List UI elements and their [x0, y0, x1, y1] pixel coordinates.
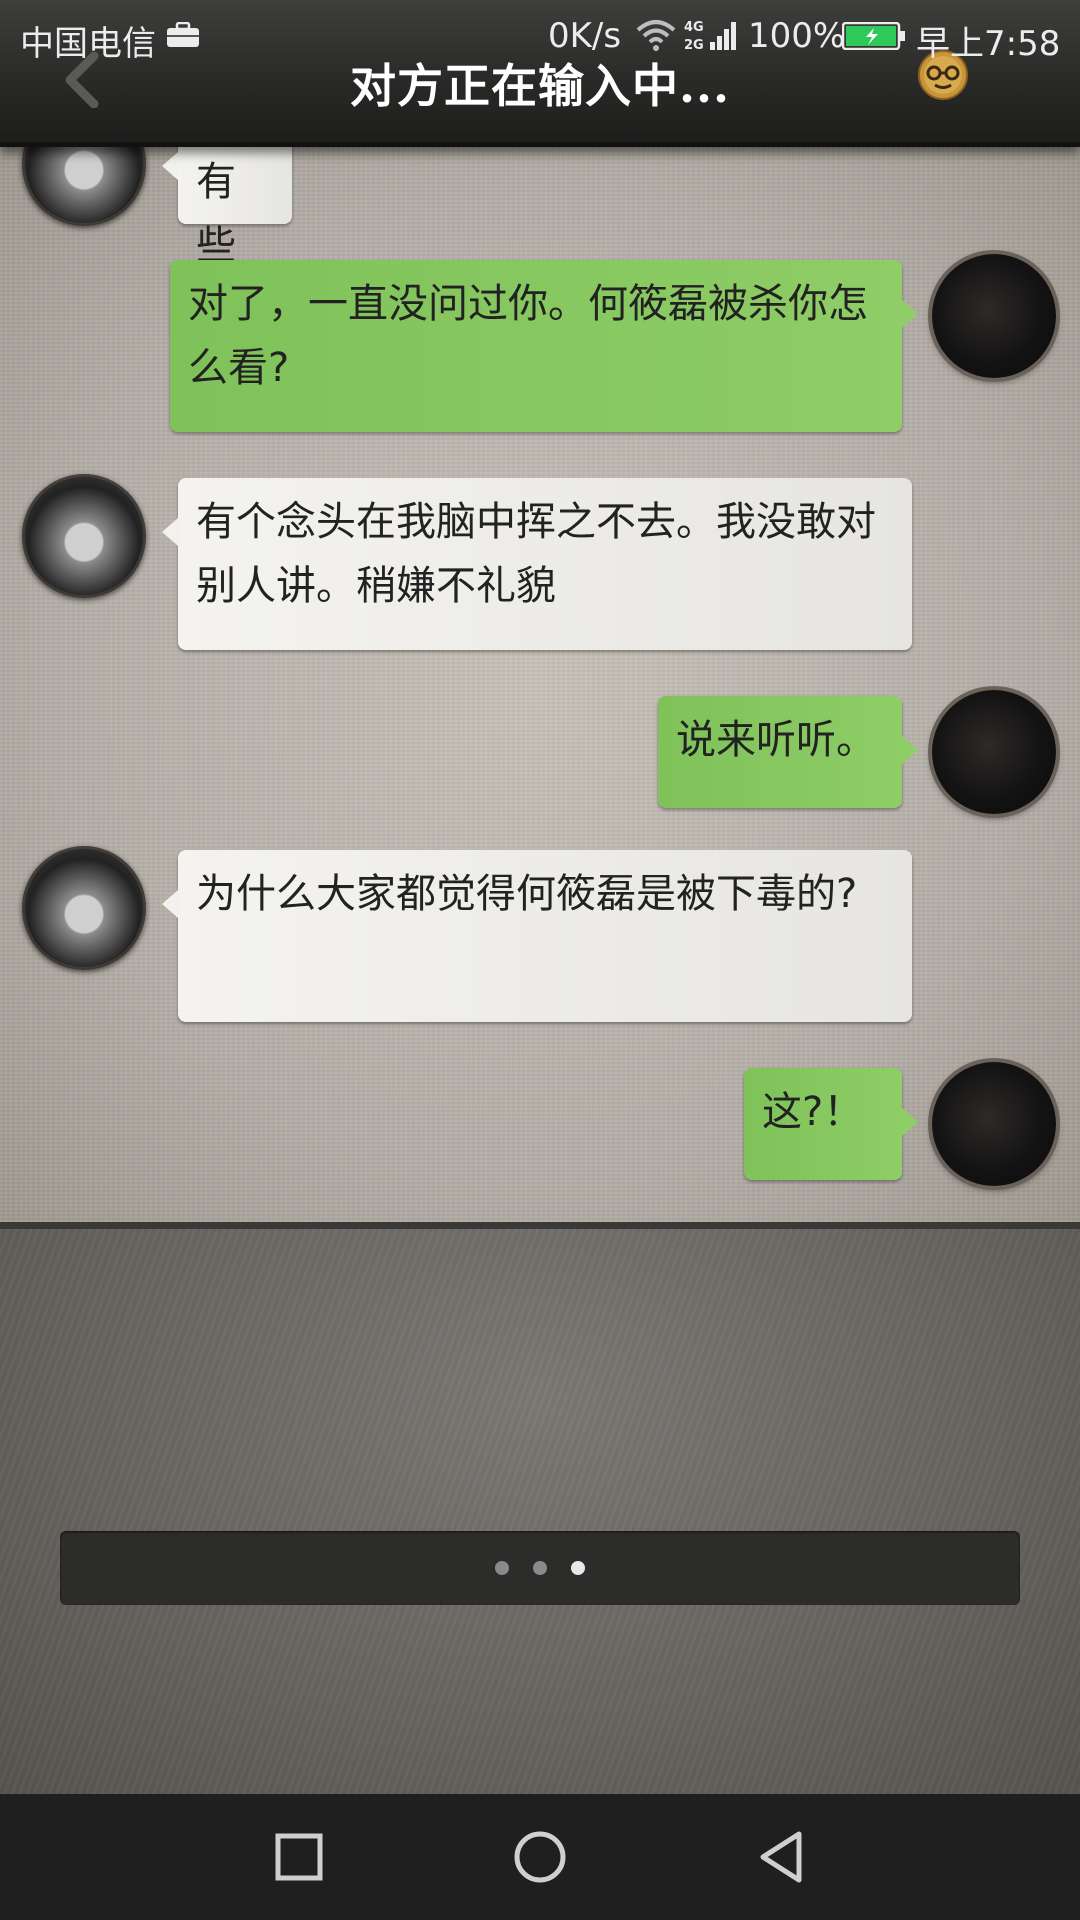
contact-avatar[interactable]: [22, 474, 146, 598]
message-text: 对了，一直没问过你。何筱磊被杀你怎么看?: [188, 281, 868, 391]
nav-back-button[interactable]: [748, 1824, 814, 1890]
battery-charging-icon: [842, 22, 905, 50]
user-avatar[interactable]: [932, 254, 1056, 378]
input-panel: [0, 1229, 1080, 1794]
signal-icon: 4G 2G: [684, 20, 736, 52]
message-text: 为什么大家都觉得何筱磊是被下毒的?: [196, 871, 858, 917]
square-icon: [275, 1833, 323, 1881]
page-dot[interactable]: [533, 1561, 547, 1575]
outgoing-message[interactable]: 这?！: [744, 1068, 918, 1180]
page-dot[interactable]: [495, 1561, 509, 1575]
triangle-back-icon: [760, 1831, 802, 1883]
battery-percent: 100%: [748, 16, 846, 56]
svg-text:2G: 2G: [684, 38, 704, 52]
home-button[interactable]: [507, 1824, 573, 1890]
user-avatar[interactable]: [932, 1062, 1056, 1186]
incoming-message[interactable]: 有个念头在我脑中挥之不去。我没敢对别人讲。稍嫌不礼貌: [162, 478, 912, 650]
page-dot-active[interactable]: [571, 1561, 585, 1575]
message-text: 有些: [196, 159, 236, 269]
message-text: 有个念头在我脑中挥之不去。我没敢对别人讲。稍嫌不礼貌: [196, 499, 876, 609]
page-indicator[interactable]: [60, 1531, 1020, 1605]
net-speed-label: 0K/s: [548, 16, 622, 56]
incoming-message[interactable]: 有些: [162, 142, 292, 269]
contact-avatar[interactable]: [22, 142, 146, 226]
recent-apps-button[interactable]: [266, 1824, 332, 1890]
contact-avatar[interactable]: [22, 846, 146, 970]
carrier-label: 中国电信: [20, 24, 156, 64]
circle-icon: [514, 1831, 566, 1883]
svg-text:4G: 4G: [684, 20, 704, 35]
status-bar: 中国电信 0K/s 4G 2G 100% 早上7:58: [0, 0, 1080, 72]
briefcase-icon: [167, 22, 199, 47]
clock-label: 早上7:58: [916, 24, 1061, 64]
message-list[interactable]: 有些 对了，一直没问过你。何筱磊被杀你怎么看? 有个念头在我脑中挥之不去。我没敢…: [0, 142, 1080, 1229]
chat-screen: 中国电信 0K/s 4G 2G 100% 早上7:58 对方正在输入中... 有…: [0, 0, 1080, 1920]
system-nav-bar: [0, 1794, 1080, 1920]
wifi-icon: [636, 20, 676, 51]
user-avatar[interactable]: [932, 690, 1056, 814]
outgoing-message[interactable]: 说来听听。: [658, 696, 918, 808]
outgoing-message[interactable]: 对了，一直没问过你。何筱磊被杀你怎么看?: [170, 260, 918, 432]
message-text: 这?！: [762, 1089, 864, 1135]
incoming-message[interactable]: 为什么大家都觉得何筱磊是被下毒的?: [162, 850, 912, 1022]
message-text: 说来听听。: [676, 717, 876, 763]
